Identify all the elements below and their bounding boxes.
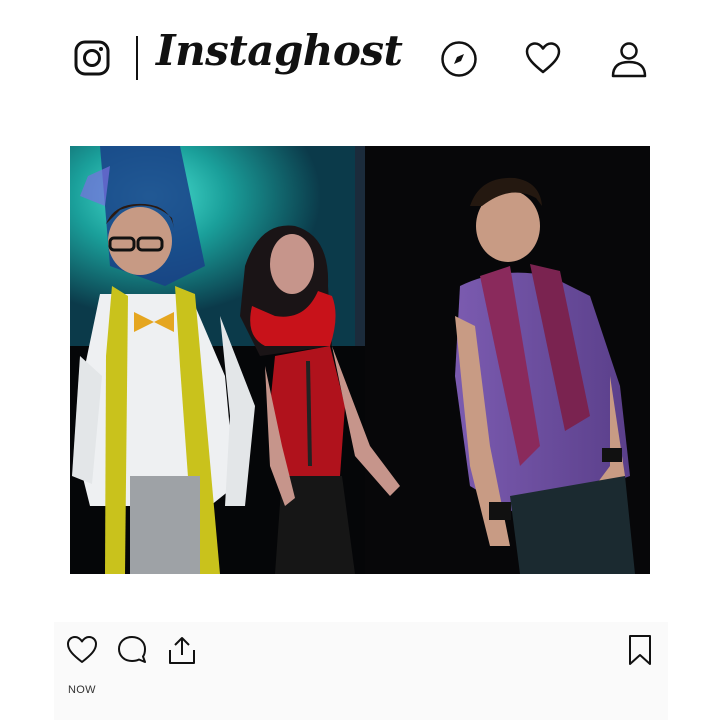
share-icon[interactable] <box>166 634 198 666</box>
heart-icon[interactable] <box>524 40 562 78</box>
compass-icon[interactable] <box>440 40 478 78</box>
post-photo[interactable] <box>70 146 650 574</box>
heart-icon[interactable] <box>66 634 98 666</box>
instagram-logo-icon[interactable] <box>74 40 110 76</box>
header-divider <box>136 36 138 80</box>
post-timestamp: NOW <box>68 684 96 696</box>
post-actions-bar: NOW <box>54 622 668 720</box>
header-bar: Instaghost <box>0 0 720 120</box>
bookmark-icon[interactable] <box>624 634 656 666</box>
comment-icon[interactable] <box>116 634 148 666</box>
user-icon[interactable] <box>610 40 648 78</box>
brand-wordmark[interactable]: Instaghost <box>156 30 403 72</box>
